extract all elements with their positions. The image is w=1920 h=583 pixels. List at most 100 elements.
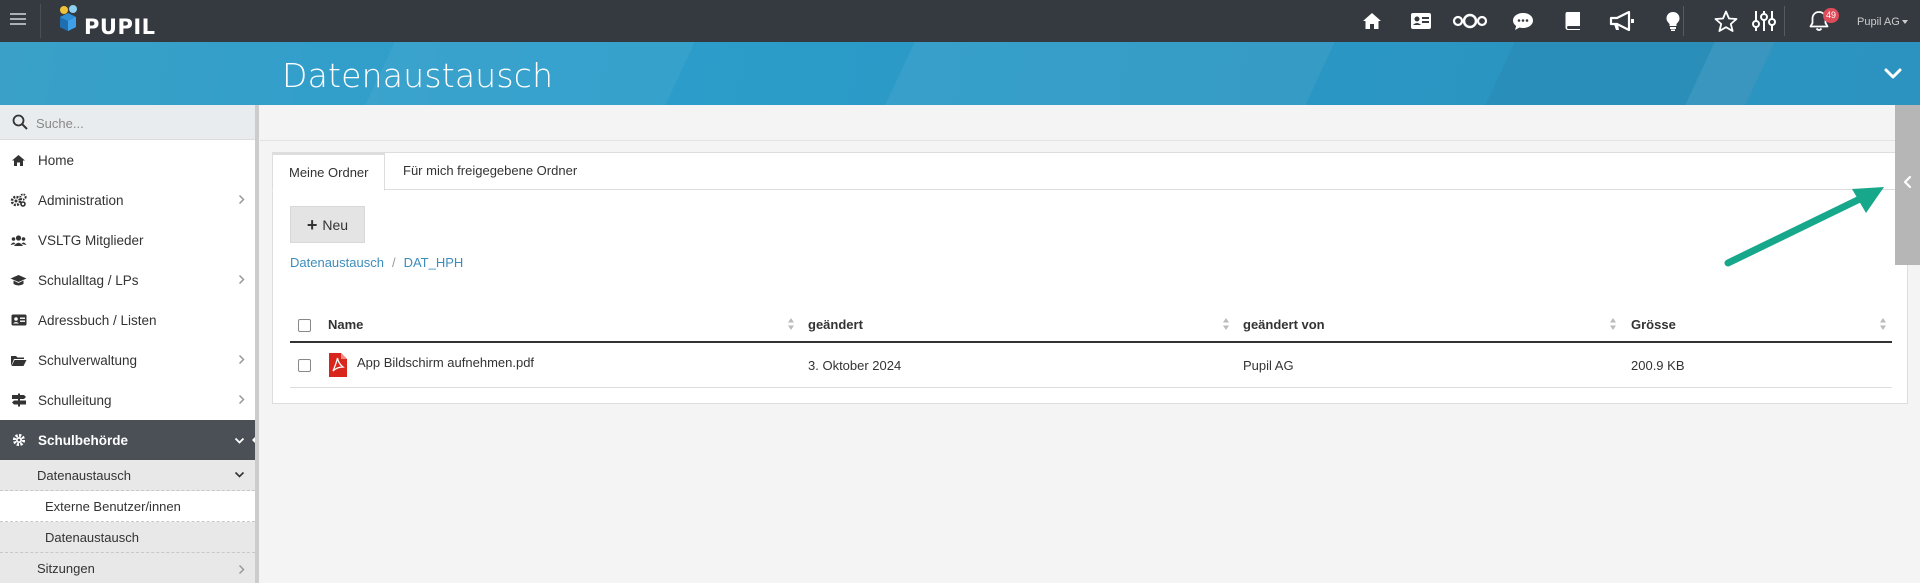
book-icon[interactable]: [1560, 10, 1586, 32]
sidebar-item-administration[interactable]: Administration: [0, 180, 255, 220]
sidebar-item-label: Schulverwaltung: [38, 352, 138, 368]
hamburger-menu-icon[interactable]: [10, 13, 26, 27]
star-icon[interactable]: [1713, 10, 1739, 32]
new-button-label: Neu: [322, 216, 349, 233]
sidebar-subitem-label: Datenaustausch: [37, 467, 131, 483]
sidebar: Home Administration VSLTG Mitglieder Sch…: [0, 105, 259, 583]
folder-open-icon: [10, 353, 27, 367]
tab-meine-ordner[interactable]: Meine Ordner: [272, 153, 386, 191]
sidebar-item-label: Schulleitung: [38, 392, 112, 408]
table-row[interactable]: App Bildschirm aufnehmen.pdf 3. Oktober …: [290, 343, 1892, 388]
row-checkbox[interactable]: [298, 359, 311, 372]
sidebar-subitem-datenaustausch[interactable]: Datenaustausch: [0, 522, 255, 553]
column-header-size[interactable]: Grösse: [1631, 317, 1676, 332]
nextcloud-icon[interactable]: [1452, 10, 1488, 32]
notification-badge: 49: [1823, 8, 1839, 23]
sidebar-item-schulalltag[interactable]: Schulalltag / LPs: [0, 260, 255, 300]
sidebar-scrollbar[interactable]: [255, 105, 259, 583]
users-icon: [10, 233, 27, 247]
column-header-name[interactable]: Name: [328, 317, 363, 332]
megaphone-icon[interactable]: [1609, 10, 1635, 32]
chevron-left-icon: [1903, 175, 1912, 189]
logo-text: PUPIL: [84, 15, 156, 39]
chevron-down-icon[interactable]: [1884, 68, 1902, 80]
search-icon: [12, 114, 28, 130]
home-icon[interactable]: [1359, 10, 1385, 32]
breadcrumb-separator: /: [391, 255, 396, 270]
sidebar-item-schulbehoerde[interactable]: Schulbehörde: [0, 420, 259, 460]
chevron-right-icon: [238, 564, 245, 575]
search-input[interactable]: [36, 112, 246, 134]
breadcrumb: Datenaustausch / DAT_HPH: [290, 255, 463, 270]
chevron-right-icon: [238, 194, 245, 205]
sort-icon[interactable]: [1222, 317, 1230, 331]
file-name-link[interactable]: App Bildschirm aufnehmen.pdf: [357, 355, 534, 370]
plus-icon: +: [306, 214, 318, 235]
sidebar-item-label: VSLTG Mitglieder: [38, 232, 144, 248]
file-changed: 3. Oktober 2024: [808, 358, 902, 373]
caret-down-icon: [1901, 20, 1908, 25]
top-navbar: PUPIL 49 Pupil AG: [0, 0, 1920, 42]
chevron-down-icon: [234, 437, 245, 444]
sidebar-item-schulverwaltung[interactable]: Schulverwaltung: [0, 340, 255, 380]
sidebar-subitem-externe-benutzer[interactable]: Externe Benutzer/innen: [0, 491, 255, 522]
new-button[interactable]: + Neu: [290, 206, 365, 243]
chevron-right-icon: [238, 354, 245, 365]
tab-freigegebene-ordner[interactable]: Für mich freigegebene Ordner: [387, 153, 593, 191]
divider: [260, 140, 1895, 141]
chat-icon[interactable]: [1510, 10, 1536, 32]
sort-icon[interactable]: [1609, 317, 1617, 331]
sort-icon[interactable]: [787, 317, 795, 331]
signpost-icon: [10, 393, 27, 407]
home-icon: [10, 153, 27, 167]
sliders-icon[interactable]: [1751, 10, 1777, 32]
address-card-icon[interactable]: [1408, 10, 1434, 32]
pupil-logo[interactable]: PUPIL: [48, 3, 155, 39]
sidebar-item-vsltg-mitglieder[interactable]: VSLTG Mitglieder: [0, 220, 255, 260]
sidebar-search: [0, 105, 259, 140]
sidebar-item-schulleitung[interactable]: Schulleitung: [0, 380, 255, 420]
sidebar-item-adressbuch[interactable]: Adressbuch / Listen: [0, 300, 255, 340]
sidebar-subitem-label: Externe Benutzer/innen: [45, 498, 181, 514]
divider: [1683, 6, 1684, 36]
sidebar-item-label: Schulalltag / LPs: [38, 272, 139, 288]
select-all-checkbox[interactable]: [298, 319, 311, 332]
chevron-right-icon: [238, 394, 245, 405]
table-header: Name geändert geändert von Grösse: [290, 308, 1892, 343]
pdf-file-icon: [329, 353, 347, 377]
file-changed-by: Pupil AG: [1243, 358, 1294, 373]
chevron-right-icon: [238, 274, 245, 285]
sort-icon[interactable]: [1879, 317, 1887, 331]
annotation-arrow-icon: [1724, 187, 1884, 267]
divider: [1784, 6, 1785, 36]
file-manager-panel: Meine Ordner Für mich freigegebene Ordne…: [272, 152, 1908, 404]
page-title: Datenaustausch: [282, 56, 554, 95]
logo-cubes-icon: [60, 5, 77, 31]
sidebar-item-label: Home: [38, 152, 75, 168]
files-table: Name geändert geändert von Grösse App Bi…: [290, 308, 1892, 388]
user-menu[interactable]: Pupil AG: [1857, 16, 1908, 28]
graduation-cap-icon: [10, 273, 27, 287]
column-header-changed-by[interactable]: geändert von: [1243, 317, 1325, 332]
cogs-icon: [10, 193, 27, 207]
breadcrumb-item[interactable]: Datenaustausch: [290, 255, 384, 270]
page-header: Datenaustausch: [0, 42, 1920, 105]
sidebar-subitem-label: Sitzungen: [37, 561, 95, 576]
breadcrumb-item[interactable]: DAT_HPH: [404, 255, 464, 270]
tab-bar: Meine Ordner Für mich freigegebene Ordne…: [272, 153, 1907, 191]
file-size: 200.9 KB: [1631, 358, 1685, 373]
sidebar-item-label: Adressbuch / Listen: [38, 312, 157, 328]
sidebar-item-home[interactable]: Home: [0, 140, 255, 180]
header-decoration: [885, 42, 1335, 105]
column-header-changed[interactable]: geändert: [808, 317, 863, 332]
divider: [40, 4, 41, 38]
sidebar-subitem-label: Datenaustausch: [45, 529, 139, 545]
chevron-down-icon: [234, 471, 245, 478]
cog-icon: [10, 433, 27, 447]
sidebar-subitem-sitzungen[interactable]: Sitzungen: [0, 553, 255, 583]
sidebar-item-label: Schulbehörde: [38, 432, 129, 448]
user-label: Pupil AG: [1857, 16, 1900, 28]
sidebar-item-label: Administration: [38, 192, 124, 208]
sidebar-subitem-datenaustausch-group[interactable]: Datenaustausch: [0, 460, 255, 491]
address-card-icon: [10, 313, 27, 327]
